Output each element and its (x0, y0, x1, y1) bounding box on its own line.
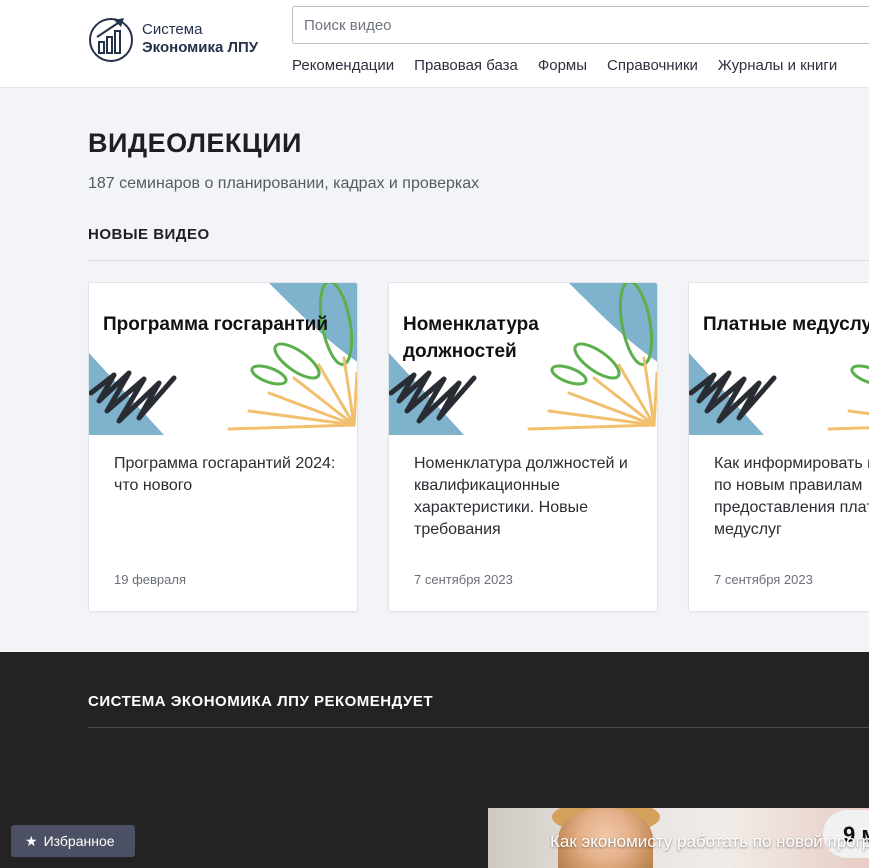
thumbnail-title: Номенклатура должностей (403, 314, 539, 362)
chart-growth-logo-icon (89, 18, 133, 62)
nav-item-legal-base[interactable]: Правовая база (414, 57, 518, 74)
site-logo[interactable]: Система Экономика ЛПУ (88, 15, 258, 63)
video-card[interactable]: Программа госгарантий Программа госгаран… (88, 282, 358, 612)
promo-video-banner[interactable]: 9 м Как экономисту работать по новой про… (488, 808, 869, 868)
recommend-divider (88, 727, 869, 728)
thumbnail-art (89, 283, 357, 435)
logo-line2: Экономика ЛПУ (142, 39, 259, 56)
video-thumbnail[interactable]: Номенклатура должностей (389, 283, 657, 435)
video-card-title[interactable]: Номенклатура должностей и квалификационн… (414, 453, 639, 541)
main-nav: Рекомендации Правовая база Формы Справоч… (292, 57, 857, 74)
favorites-label: Избранное (43, 833, 115, 849)
video-card-date: 19 февраля (114, 572, 186, 587)
video-card-title[interactable]: Как информировать пациентов по новым пра… (714, 453, 869, 541)
site-header: Система Экономика ЛПУ Рекомендации Право… (0, 0, 869, 88)
thumbnail-title: Программа госгарантий (103, 314, 329, 335)
page-title: ВИДЕОЛЕКЦИИ (88, 128, 302, 158)
section-divider (88, 260, 869, 261)
thumbnail-title: Платные медуслуги (703, 314, 869, 335)
logo-text: Система Экономика ЛПУ (142, 21, 258, 57)
search-input[interactable] (292, 6, 869, 44)
video-card-date: 7 сентября 2023 (714, 572, 813, 587)
nav-item-journals[interactable]: Журналы и книги (718, 57, 837, 74)
recommend-title: СИСТЕМА ЭКОНОМИКА ЛПУ РЕКОМЕНДУЕТ (88, 693, 433, 710)
video-card-date: 7 сентября 2023 (414, 572, 513, 587)
video-thumbnail[interactable]: Программа госгарантий (89, 283, 357, 435)
section-title-new-videos: НОВЫЕ ВИДЕО (88, 226, 210, 243)
video-card-title[interactable]: Программа госгарантий 2024: что нового (114, 453, 339, 497)
nav-item-forms[interactable]: Формы (538, 57, 587, 74)
star-icon: ★ (25, 832, 38, 849)
page-subtitle: 187 семинаров о планировании, кадрах и п… (88, 175, 480, 192)
nav-item-references[interactable]: Справочники (607, 57, 698, 74)
video-thumbnail[interactable]: Платные медуслуги (689, 283, 869, 435)
thumbnail-art (689, 353, 869, 435)
video-card[interactable]: Платные медуслуги Как информировать паци… (688, 282, 869, 612)
promo-title[interactable]: Как экономисту работать по новой програм… (550, 832, 869, 852)
favorites-button[interactable]: ★ Избранное (11, 825, 135, 857)
nav-item-recommendations[interactable]: Рекомендации (292, 57, 394, 74)
video-card[interactable]: Номенклатура должностей Номенклатура дол… (388, 282, 658, 612)
logo-line1: Система (142, 21, 203, 38)
